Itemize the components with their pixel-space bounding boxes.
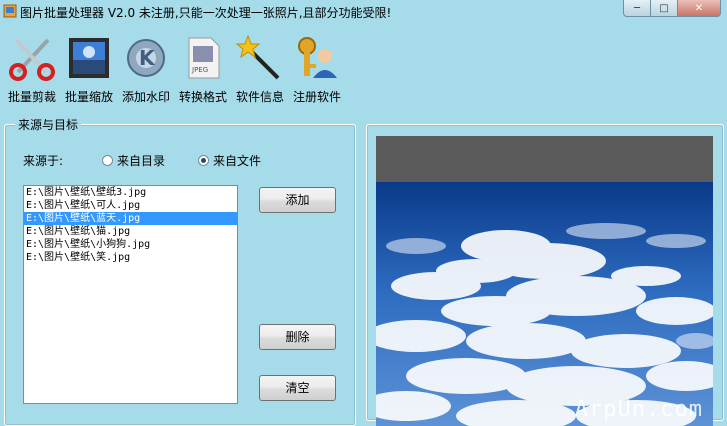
toolbar-info-button[interactable]: 软件信息 [232,32,288,104]
jpeg-file-icon: JPEG [188,37,220,79]
toolbar-label: 批量缩放 [64,90,113,104]
source-label: 来源于: [23,154,64,168]
radio-label: 来自文件 [213,154,262,168]
file-listbox[interactable]: E:\图片\壁纸\壁纸3.jpg E:\图片\壁纸\可人.jpg E:\图片\壁… [23,185,238,404]
svg-text:K: K [139,46,156,70]
toolbar-convert-button[interactable]: JPEG 转换格式 [175,32,231,104]
list-item[interactable]: E:\图片\壁纸\猫.jpg [24,225,237,238]
preview-frame: ArpUn.com [366,124,724,426]
toolbar-label: 软件信息 [235,90,284,104]
radio-from-directory[interactable]: 来自目录 [102,152,165,169]
toolbar-crop-button[interactable]: 批量剪裁 [4,32,60,104]
group-title: 来源与目标 [15,116,82,133]
radio-label: 来自目录 [117,154,166,168]
list-item[interactable]: E:\图片\壁纸\可人.jpg [24,199,237,212]
gear-k-icon: K [127,39,165,77]
radio-circle-checked-icon [198,155,209,166]
toolbar-label: 添加水印 [121,90,170,104]
delete-button[interactable]: 删除 [259,324,336,350]
watermark-text: ArpUn.com [574,397,703,422]
scissors-icon [9,38,55,81]
title-bar: 图片批量处理器 V2.0 未注册,只能一次处理一张照片,且部分功能受限! ─ □… [0,0,727,26]
close-button[interactable]: ✕ [678,0,721,17]
toolbar-label: 转换格式 [178,90,227,104]
sky-clouds-image [376,136,713,426]
clear-button[interactable]: 清空 [259,375,336,401]
list-item[interactable]: E:\图片\壁纸\小狗狗.jpg [24,238,237,251]
radio-from-file[interactable]: 来自文件 [198,152,261,169]
keys-user-icon [298,37,337,78]
list-item[interactable]: E:\图片\壁纸\笑.jpg [24,251,237,264]
svg-text:JPEG: JPEG [191,66,208,74]
toolbar-label: 注册软件 [292,90,341,104]
toolbar-watermark-button[interactable]: K 添加水印 [118,32,174,104]
list-item[interactable]: E:\图片\壁纸\壁纸3.jpg [24,186,237,199]
toolbar-register-button[interactable]: 注册软件 [289,32,345,104]
window-title: 图片批量处理器 V2.0 未注册,只能一次处理一张照片,且部分功能受限! [20,6,392,20]
list-item-selected[interactable]: E:\图片\壁纸\蓝天.jpg [24,212,237,225]
app-icon [3,4,17,18]
maximize-button[interactable]: □ [651,0,678,17]
radio-circle-icon [102,155,113,166]
source-target-group: 来源与目标 来源于: 来自目录 来自文件 E:\图片\壁纸\壁纸3.jpg E:… [4,116,356,426]
image-preview: ArpUn.com [376,136,713,426]
toolbar-resize-button[interactable]: 批量缩放 [61,32,117,104]
add-button[interactable]: 添加 [259,187,336,213]
window-controls: ─ □ ✕ [623,0,721,18]
minimize-button[interactable]: ─ [623,0,651,17]
magic-wand-icon [236,34,280,80]
photo-frame-icon [69,38,109,78]
toolbar-label: 批量剪裁 [7,90,56,104]
